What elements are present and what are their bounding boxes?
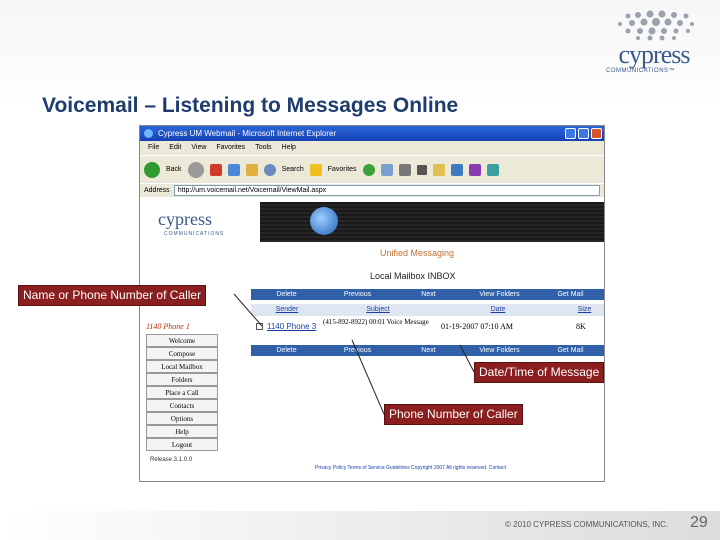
message-checkbox[interactable] xyxy=(256,323,263,330)
back-button[interactable]: Back xyxy=(166,166,182,173)
sidebar-item-folders[interactable]: Folders xyxy=(146,373,218,386)
address-label: Address xyxy=(144,187,170,194)
forward-arrow-icon[interactable] xyxy=(187,161,204,178)
minimize-icon[interactable] xyxy=(565,128,576,139)
callout-date-time: Date/Time of Message xyxy=(474,362,605,383)
get-mail-button-bottom[interactable]: Get Mail xyxy=(535,345,604,356)
copyright-text: © 2010 CYPRESS COMMUNICATIONS, INC. xyxy=(505,520,669,529)
print-icon[interactable] xyxy=(398,163,411,176)
version-label: Release 3.1.0.0 xyxy=(150,457,193,463)
favorites-star-icon[interactable] xyxy=(309,163,322,176)
message-subject[interactable]: (415-892-8922) 00:01 Voice Message xyxy=(323,318,433,327)
sidebar-item-options[interactable]: Options xyxy=(146,412,218,425)
view-folders-button[interactable]: View Folders xyxy=(464,289,535,300)
table-row[interactable]: 1140 Phone 3 (415-892-8922) 00:01 Voice … xyxy=(251,317,604,339)
favorites-button[interactable]: Favorites xyxy=(328,166,357,173)
sidebar: 1140 Phone 1 Welcome Compose Local Mailb… xyxy=(146,322,218,463)
sidebar-item-compose[interactable]: Compose xyxy=(146,347,218,360)
callout-name-caller: Name or Phone Number of Caller xyxy=(18,285,207,306)
sidebar-item-help[interactable]: Help xyxy=(146,425,218,438)
view-folders-button-bottom[interactable]: View Folders xyxy=(464,345,535,356)
mailbox-title: Local Mailbox INBOX xyxy=(370,271,456,281)
callout-phone-caller: Phone Number of Caller xyxy=(384,404,523,425)
sidebar-heading: 1140 Phone 1 xyxy=(146,322,190,331)
browser-toolbar: Back Search Favorites xyxy=(140,155,604,183)
column-sender[interactable]: Sender xyxy=(251,304,323,316)
history-icon[interactable] xyxy=(362,163,375,176)
browser-menubar: File Edit View Favorites Tools Help xyxy=(140,141,604,155)
sidebar-item-place-call[interactable]: Place a Call xyxy=(146,386,218,399)
message-size: 8K xyxy=(576,322,586,331)
app-title: Unified Messaging xyxy=(380,248,455,258)
close-icon[interactable] xyxy=(591,128,602,139)
logo-subtitle: COMMUNICATIONS™ xyxy=(606,68,676,74)
page-footer-links[interactable]: Privacy Policy Terms of Service Guidelin… xyxy=(315,465,506,471)
mail-icon[interactable] xyxy=(380,163,393,176)
message-date: 01-19-2007 07:10 AM xyxy=(441,322,513,331)
action-bar-bottom: Delete Previous Next View Folders Get Ma… xyxy=(251,345,604,356)
globe-icon xyxy=(310,207,338,235)
next-button-bottom[interactable]: Next xyxy=(393,345,464,356)
column-date[interactable]: Date xyxy=(433,304,563,316)
sidebar-item-local-mailbox[interactable]: Local Mailbox xyxy=(146,360,218,373)
folder-icon[interactable] xyxy=(432,163,445,176)
menu-view[interactable]: View xyxy=(191,141,206,155)
logo-wordmark: cypress xyxy=(618,40,691,69)
menu-favorites[interactable]: Favorites xyxy=(216,141,245,155)
column-size[interactable]: Size xyxy=(563,304,604,316)
back-arrow-icon[interactable] xyxy=(144,161,160,178)
page-number: 29 xyxy=(690,514,708,531)
browser-title: Cypress UM Webmail - Microsoft Internet … xyxy=(158,129,337,138)
delete-button[interactable]: Delete xyxy=(251,289,322,300)
previous-button[interactable]: Previous xyxy=(322,289,393,300)
sidebar-item-contacts[interactable]: Contacts xyxy=(146,399,218,412)
table-header: Sender Subject Date Size xyxy=(251,304,604,316)
maximize-icon[interactable] xyxy=(578,128,589,139)
browser-screenshot: Cypress UM Webmail - Microsoft Internet … xyxy=(139,125,605,482)
webmail-page: cypress COMMUNICATIONS Unified Messaging… xyxy=(140,199,604,481)
menu-edit[interactable]: Edit xyxy=(169,141,181,155)
logo-dots-icon xyxy=(618,10,694,41)
search-button[interactable]: Search xyxy=(282,166,304,173)
message-sender[interactable]: 1140 Phone 3 xyxy=(267,322,316,331)
address-input[interactable]: http://um.voicemail.net/Voicemail/ViewMa… xyxy=(173,185,600,196)
address-bar: Address http://um.voicemail.net/Voicemai… xyxy=(140,183,604,197)
menu-help[interactable]: Help xyxy=(282,141,296,155)
slide-title: Voicemail – Listening to Messages Online xyxy=(42,94,459,117)
search-icon[interactable] xyxy=(263,163,276,176)
page-logo-sub: COMMUNICATIONS xyxy=(164,231,225,237)
tool-icon[interactable] xyxy=(486,163,499,176)
action-bar-top: Delete Previous Next View Folders Get Ma… xyxy=(251,289,604,300)
column-subject[interactable]: Subject xyxy=(323,304,433,316)
home-icon[interactable] xyxy=(245,163,258,176)
sidebar-item-welcome[interactable]: Welcome xyxy=(146,334,218,347)
page-logo: cypress xyxy=(158,209,212,229)
plugin-icon[interactable] xyxy=(468,163,481,176)
get-mail-button[interactable]: Get Mail xyxy=(535,289,604,300)
messenger-icon[interactable] xyxy=(450,163,463,176)
delete-button-bottom[interactable]: Delete xyxy=(251,345,322,356)
cypress-logo: cypress COMMUNICATIONS™ xyxy=(598,10,710,76)
ie-icon xyxy=(144,129,153,138)
menu-tools[interactable]: Tools xyxy=(255,141,271,155)
next-button[interactable]: Next xyxy=(393,289,464,300)
stop-icon[interactable] xyxy=(209,163,222,176)
menu-file[interactable]: File xyxy=(148,141,159,155)
refresh-icon[interactable] xyxy=(227,163,240,176)
sidebar-item-logout[interactable]: Logout xyxy=(146,438,218,451)
edit-icon[interactable] xyxy=(416,164,427,175)
browser-titlebar: Cypress UM Webmail - Microsoft Internet … xyxy=(140,126,604,141)
previous-button-bottom[interactable]: Previous xyxy=(322,345,393,356)
